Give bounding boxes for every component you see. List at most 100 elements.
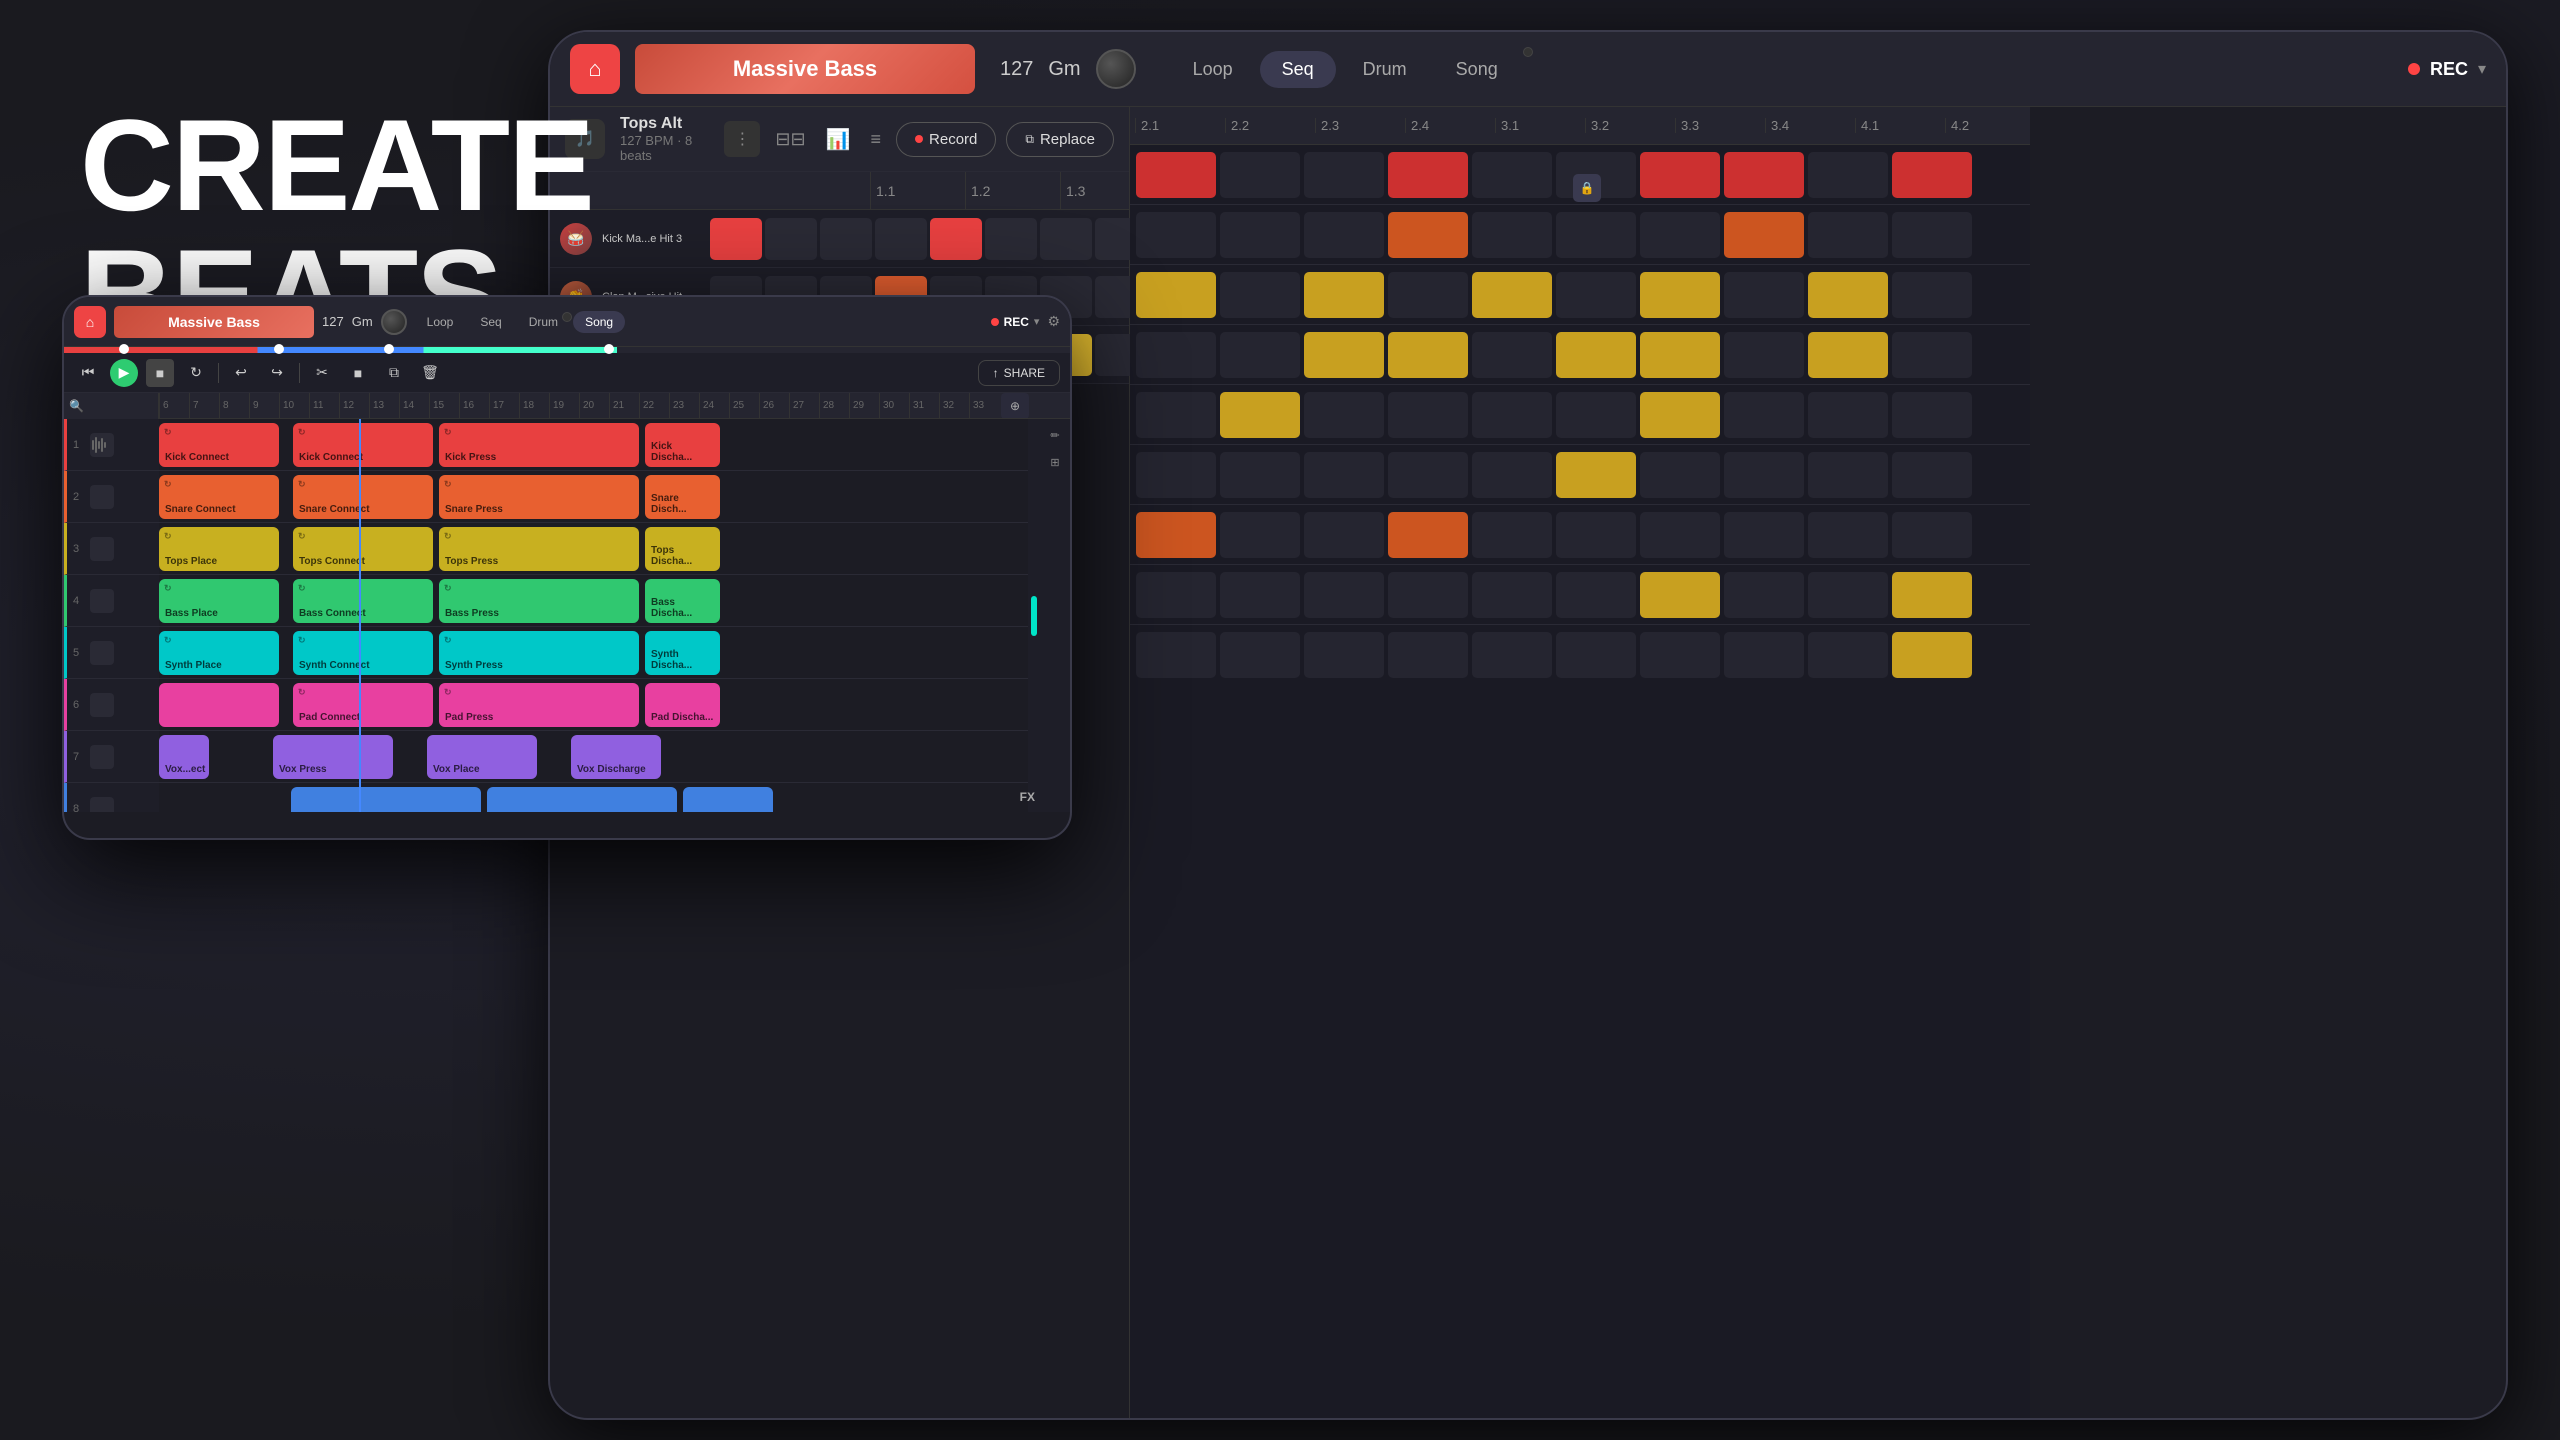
front-trash-button[interactable]: 🗑 xyxy=(416,359,444,387)
front-clip-synth-connect[interactable]: ↻ Synth Connect xyxy=(293,631,433,675)
back-home-button[interactable]: ⌂ xyxy=(570,44,620,94)
front-home-button[interactable]: ⌂ xyxy=(74,306,106,338)
front-stop-button[interactable]: ■ xyxy=(146,359,174,387)
front-clip-bass-press[interactable]: ↻ Bass Press xyxy=(439,579,639,623)
front-clip-pad-empty[interactable] xyxy=(159,683,279,727)
back-right-clap-6[interactable] xyxy=(1556,212,1636,258)
front-clip-snare-connect-2[interactable]: ↻ Snare Connect xyxy=(293,475,433,519)
front-rewind-button[interactable]: ⏮ xyxy=(74,359,102,387)
back-right-kick-5[interactable] xyxy=(1472,152,1552,198)
back-right-clap-1[interactable] xyxy=(1136,212,1216,258)
front-clip-vox-place[interactable]: Vox Place xyxy=(427,735,537,779)
back-right-ride-6[interactable] xyxy=(1556,272,1636,318)
back-right-ride-5[interactable] xyxy=(1472,272,1552,318)
back-right-ride-7[interactable] xyxy=(1640,272,1720,318)
back-right-kick-8[interactable] xyxy=(1724,152,1804,198)
back-right-clap-4[interactable] xyxy=(1388,212,1468,258)
front-clip-synth-press[interactable]: ↻ Synth Press xyxy=(439,631,639,675)
back-right-kick-9[interactable] xyxy=(1808,152,1888,198)
back-right-kick-7[interactable] xyxy=(1640,152,1720,198)
back-right-clap-3[interactable] xyxy=(1304,212,1384,258)
front-stop2-button[interactable]: ■ xyxy=(344,359,372,387)
back-right-ride-9[interactable] xyxy=(1808,272,1888,318)
front-tab-song[interactable]: Song xyxy=(573,311,625,333)
front-share-button[interactable]: ↑ SHARE xyxy=(978,360,1060,386)
front-edit-icon[interactable]: ✏ xyxy=(1044,424,1066,446)
back-tab-song[interactable]: Song xyxy=(1434,51,1520,88)
back-right-ride-1[interactable] xyxy=(1136,272,1216,318)
back-right-ride-3[interactable] xyxy=(1304,272,1384,318)
back-tab-seq[interactable]: Seq xyxy=(1260,51,1336,88)
back-right-ride-2[interactable] xyxy=(1220,272,1300,318)
kick-pad-6[interactable] xyxy=(985,218,1037,260)
kick-pad-2[interactable] xyxy=(765,218,817,260)
front-clip-bass-place[interactable]: ↻ Bass Place xyxy=(159,579,279,623)
kick-pad-1[interactable] xyxy=(710,218,762,260)
back-right-clap-7[interactable] xyxy=(1640,212,1720,258)
back-right-ride-8[interactable] xyxy=(1724,272,1804,318)
front-clip-pad-discharge[interactable]: Pad Discha... xyxy=(645,683,720,727)
front-clip-fx-inspire[interactable]: FX Inspire xyxy=(291,787,481,813)
kick-pad-3[interactable] xyxy=(820,218,872,260)
front-clip-kick-connect-1[interactable]: ↻ Kick Connect xyxy=(159,423,279,467)
front-clip-tops-place[interactable]: ↻ Tops Place xyxy=(159,527,279,571)
back-right-clap-9[interactable] xyxy=(1808,212,1888,258)
front-clip-pad-press[interactable]: ↻ Pad Press xyxy=(439,683,639,727)
back-tuning-knob[interactable] xyxy=(1096,49,1136,89)
front-scissors-button[interactable]: ✂ xyxy=(308,359,336,387)
front-scrollbar[interactable] xyxy=(1028,419,1040,812)
front-clip-tops-press[interactable]: ↻ Tops Press xyxy=(439,527,639,571)
front-clip-snare-connect-1[interactable]: ↻ Snare Connect xyxy=(159,475,279,519)
front-clip-tops-connect[interactable]: ↻ Tops Connect xyxy=(293,527,433,571)
front-clip-pad-connect[interactable]: ↻ Pad Connect xyxy=(293,683,433,727)
back-tab-loop[interactable]: Loop xyxy=(1171,51,1255,88)
front-clip-snare-press[interactable]: ↻ Snare Press xyxy=(439,475,639,519)
front-tab-loop[interactable]: Loop xyxy=(415,311,466,333)
front-clip-vox-ect[interactable]: Vox...ect xyxy=(159,735,209,779)
front-redo-button[interactable]: ↪ xyxy=(263,359,291,387)
front-tuning-knob[interactable] xyxy=(381,309,407,335)
front-clip-vox-press[interactable]: Vox Press xyxy=(273,735,393,779)
front-copy-button[interactable]: ⧉ xyxy=(380,359,408,387)
front-clip-fx-place[interactable]: FX Place xyxy=(683,787,773,813)
front-clip-vox-discharge[interactable]: Vox Discharge xyxy=(571,735,661,779)
back-right-clap-2[interactable] xyxy=(1220,212,1300,258)
kick-pad-4[interactable] xyxy=(875,218,927,260)
front-clip-kick-connect-2[interactable]: ↻ Kick Connect xyxy=(293,423,433,467)
back-right-ride-10[interactable] xyxy=(1892,272,1972,318)
front-clip-bass-connect[interactable]: ↻ Bass Connect xyxy=(293,579,433,623)
ruler-plus-btn[interactable]: ⊕ xyxy=(1001,393,1029,419)
front-clip-fx-press[interactable]: FX Press xyxy=(487,787,677,813)
back-tab-drum[interactable]: Drum xyxy=(1341,51,1429,88)
front-undo-button[interactable]: ↩ xyxy=(227,359,255,387)
back-right-ride-4[interactable] xyxy=(1388,272,1468,318)
back-right-clap-5[interactable] xyxy=(1472,212,1552,258)
back-track-menu[interactable]: ⋮ xyxy=(724,121,760,157)
front-fx-label[interactable]: FX xyxy=(1020,790,1035,804)
front-clip-kick-discharge[interactable]: Kick Discha... xyxy=(645,423,720,467)
back-replace-button[interactable]: ⧉ Replace xyxy=(1006,122,1114,157)
front-clip-kick-press[interactable]: ↻ Kick Press xyxy=(439,423,639,467)
kick-pad-7[interactable] xyxy=(1040,218,1092,260)
back-right-kick-4[interactable] xyxy=(1388,152,1468,198)
front-play-button[interactable]: ▶ xyxy=(110,359,138,387)
back-right-kick-10[interactable] xyxy=(1892,152,1972,198)
front-zoom-icon[interactable]: 🔍 xyxy=(69,399,84,413)
front-tab-seq[interactable]: Seq xyxy=(468,311,513,333)
kick-pad-5[interactable] xyxy=(930,218,982,260)
back-record-button[interactable]: Record xyxy=(896,122,996,157)
front-clip-synth-place[interactable]: ↻ Synth Place xyxy=(159,631,279,675)
front-mixer-icon[interactable]: ⊞ xyxy=(1044,451,1066,473)
front-settings-button[interactable]: ⚙ xyxy=(1047,313,1060,330)
lock-icon[interactable]: 🔒 xyxy=(1573,174,1601,202)
front-clip-bass-discharge[interactable]: Bass Discha... xyxy=(645,579,720,623)
back-rec-chevron[interactable]: ▾ xyxy=(2478,59,2486,79)
front-rec-chevron[interactable]: ▾ xyxy=(1034,315,1040,328)
back-right-clap-8[interactable] xyxy=(1724,212,1804,258)
front-clip-synth-discharge[interactable]: Synth Discha... xyxy=(645,631,720,675)
front-scrollbar-thumb[interactable] xyxy=(1031,596,1037,636)
back-right-kick-3[interactable] xyxy=(1304,152,1384,198)
back-right-clap-10[interactable] xyxy=(1892,212,1972,258)
front-clip-tops-discharge[interactable]: Tops Discha... xyxy=(645,527,720,571)
back-right-kick-1[interactable] xyxy=(1136,152,1216,198)
